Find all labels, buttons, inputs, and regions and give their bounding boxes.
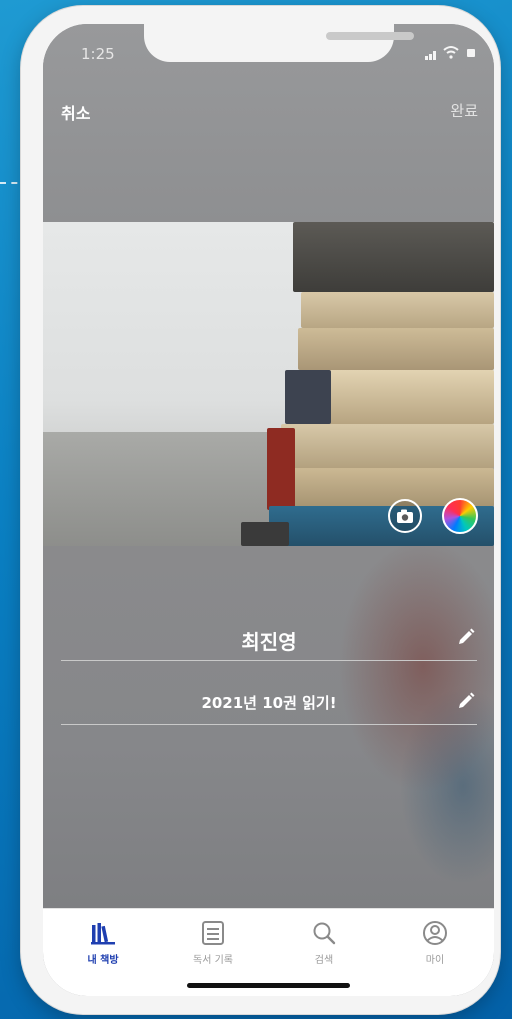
profile-background xyxy=(43,546,494,908)
name-text: 최진영 xyxy=(241,630,297,654)
cancel-button[interactable]: 취소 xyxy=(61,100,90,124)
cover-book xyxy=(241,522,289,546)
camera-icon xyxy=(397,509,413,523)
tab-reading-log[interactable]: 독서 기록 xyxy=(173,919,253,973)
tab-label: 내 책방 xyxy=(87,955,119,966)
speaker-grille xyxy=(326,32,414,40)
camera-button[interactable] xyxy=(388,499,422,533)
cover-book xyxy=(301,292,494,328)
cover-book xyxy=(293,222,494,292)
tab-label: 검색 xyxy=(314,955,334,966)
done-button[interactable]: 완료 xyxy=(450,100,478,121)
profile-icon xyxy=(423,921,447,945)
app-screen: 1:25 취소 완료 최진영 2021년 10권 읽기! 내 책방 독서 기록 … xyxy=(43,24,494,996)
status-icons xyxy=(425,44,485,60)
tab-my-bookshelf[interactable]: 내 책방 xyxy=(63,919,143,973)
battery-icon xyxy=(467,49,475,57)
tab-search[interactable]: 검색 xyxy=(284,919,364,973)
status-time: 1:25 xyxy=(81,45,115,63)
bookshelf-icon xyxy=(91,923,115,945)
goal-field[interactable]: 2021년 10권 읽기! xyxy=(61,676,477,725)
tab-bar: 내 책방 독서 기록 검색 마이 xyxy=(43,908,494,996)
home-indicator[interactable] xyxy=(187,983,350,988)
pencil-icon[interactable] xyxy=(455,626,477,648)
color-wheel-button[interactable] xyxy=(442,498,478,534)
signal-icon xyxy=(425,56,428,60)
cover-book xyxy=(298,328,494,370)
notch xyxy=(144,24,414,62)
cover-book xyxy=(285,370,331,424)
cover-book xyxy=(267,428,295,510)
tab-label: 마이 xyxy=(425,955,445,966)
name-field[interactable]: 최진영 xyxy=(61,614,477,661)
pencil-icon[interactable] xyxy=(455,690,477,712)
tab-my[interactable]: 마이 xyxy=(395,919,475,973)
signal-icon xyxy=(429,54,432,60)
notes-icon xyxy=(202,921,224,945)
wifi-icon xyxy=(443,46,459,59)
signal-icon xyxy=(433,51,436,60)
cover-book xyxy=(281,424,494,468)
search-icon xyxy=(313,922,336,945)
cover-image[interactable] xyxy=(43,222,494,546)
tab-label: 독서 기록 xyxy=(193,955,233,966)
goal-text: 2021년 10권 읽기! xyxy=(201,694,337,712)
